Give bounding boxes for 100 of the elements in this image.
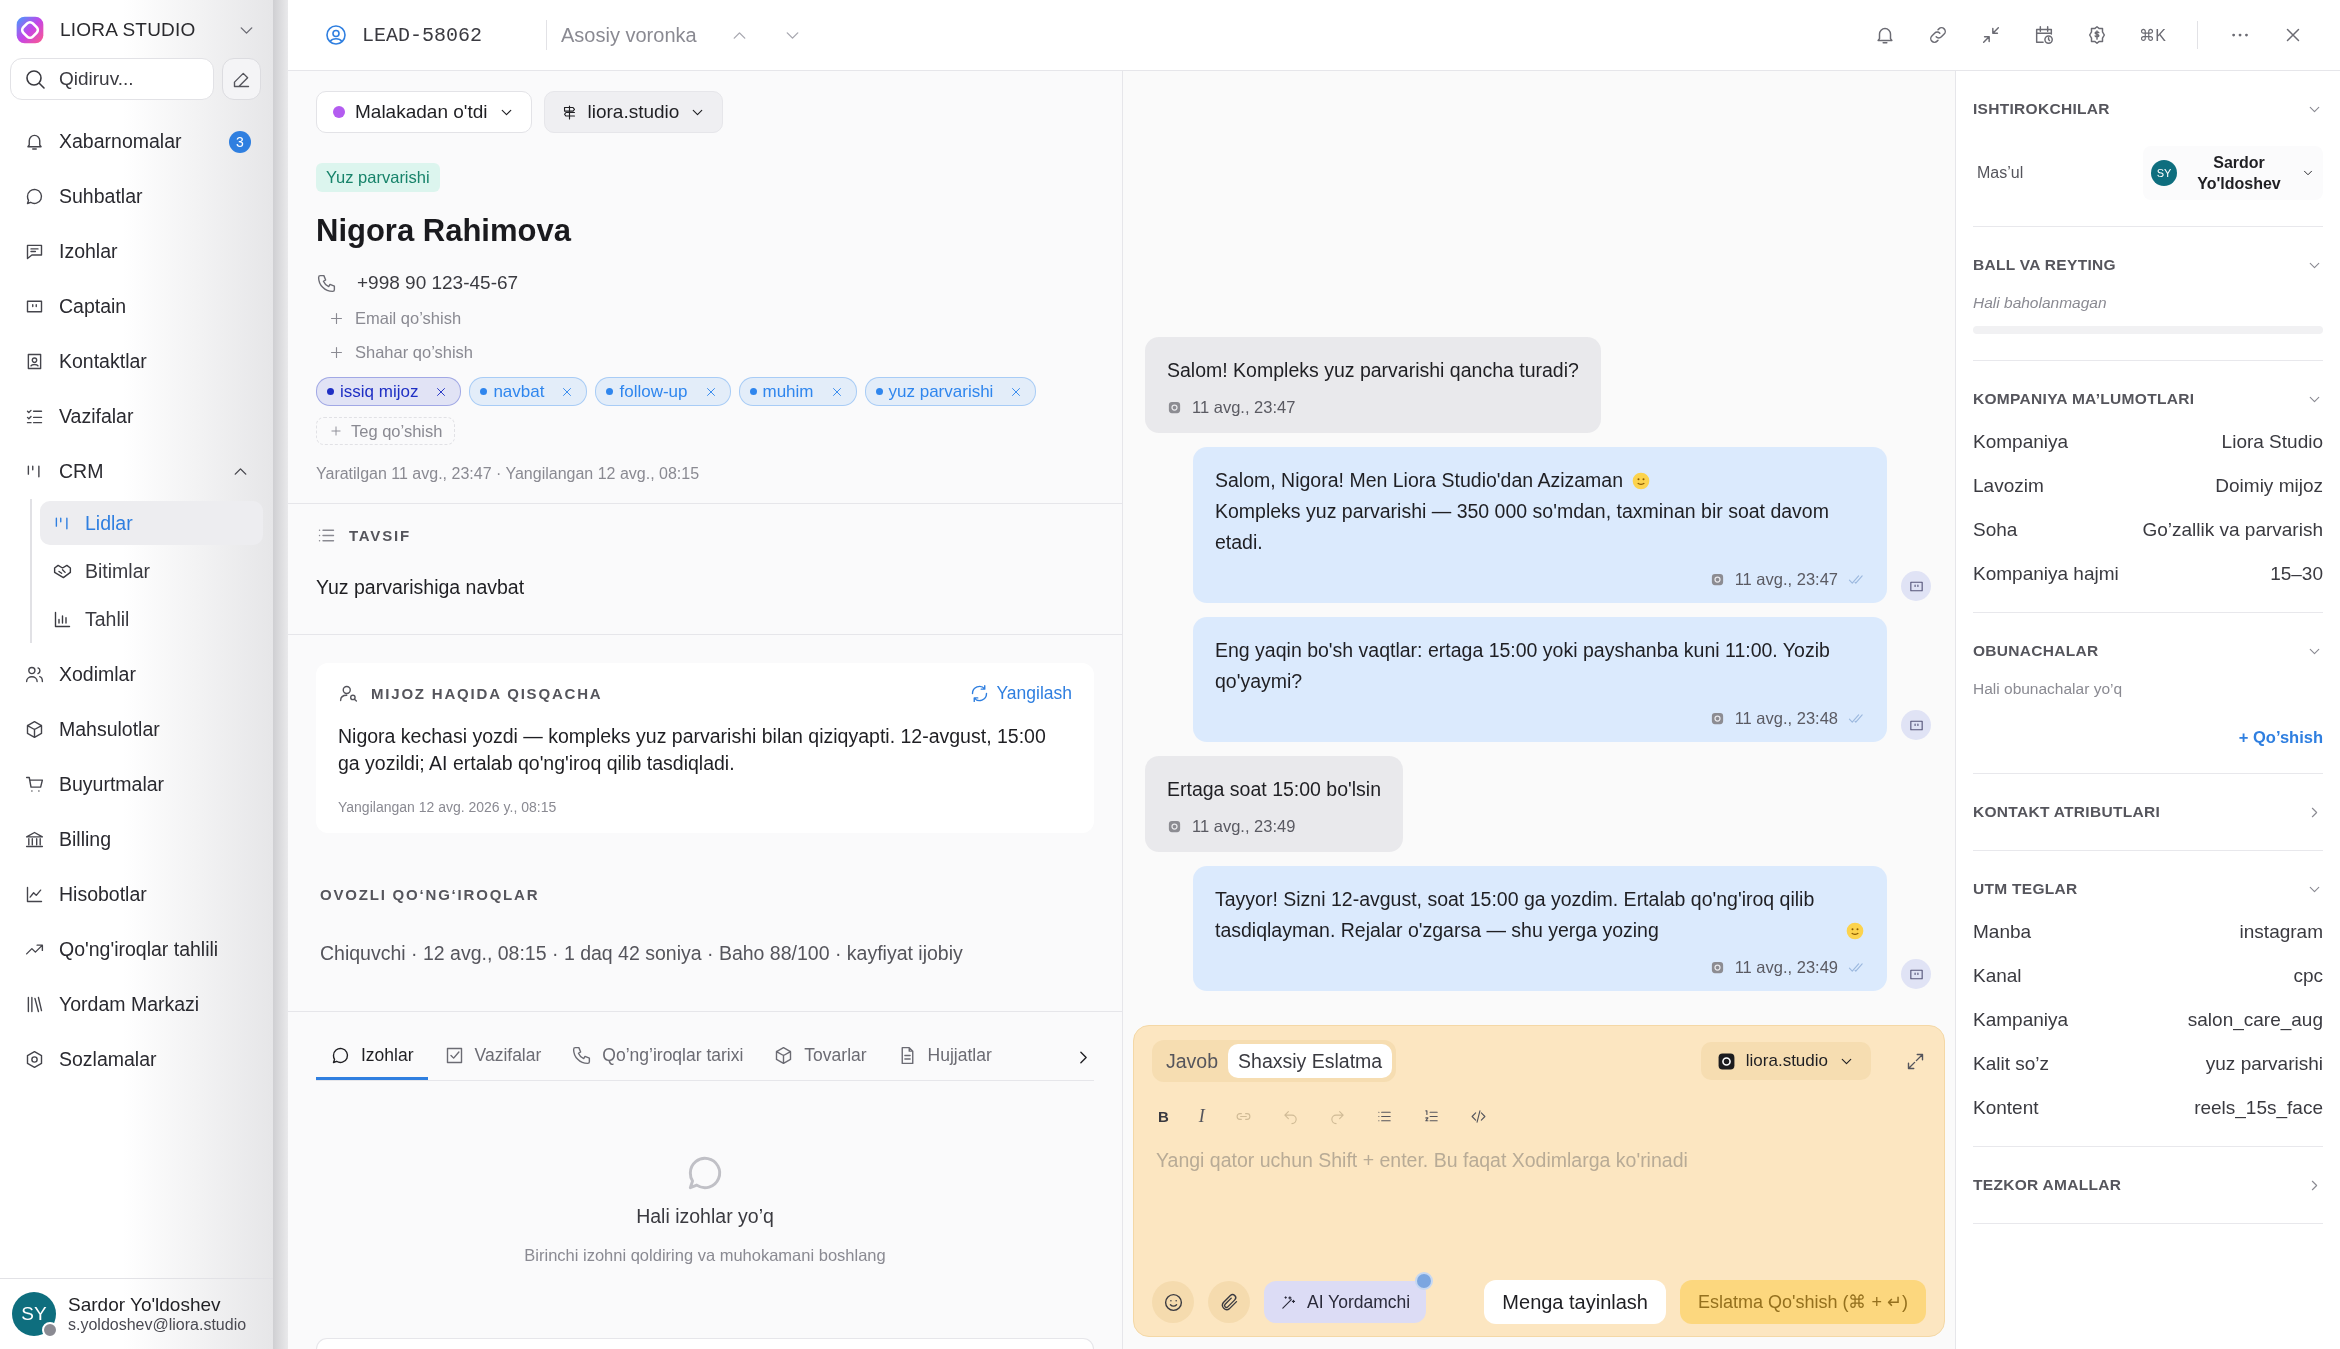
nav-item[interactable]: Hisobotlar bbox=[12, 867, 263, 922]
tag-chip[interactable]: issiq mijoz bbox=[316, 377, 462, 406]
nav-subitem[interactable]: Tahlil bbox=[40, 597, 263, 641]
bank-icon bbox=[24, 829, 45, 850]
nav-item[interactable]: Vazifalar bbox=[12, 389, 263, 444]
mode-tab[interactable]: Shaxsiy Eslatma bbox=[1228, 1044, 1393, 1078]
instagram-icon bbox=[1167, 819, 1182, 834]
message-text: Tayyor! Sizni 12-avgust, soat 15:00 ga yozdim. Ertalab qo'ng'iroq qilib tasdiqlayman. Rejalar o'zgarsa — shu yerga yozing bbox=[1215, 887, 1816, 943]
search-input[interactable]: Qidiruv... bbox=[57, 67, 201, 91]
nav-item[interactable]: Izohlar bbox=[12, 224, 263, 279]
field-value: reels_15s_face bbox=[2194, 1096, 2323, 1120]
section-title: TEZKOR AMALLAR bbox=[1973, 1176, 2122, 1194]
tab[interactable]: Qo’ng’iroqlar tarixi bbox=[557, 1034, 758, 1080]
bot-avatar-icon bbox=[1901, 571, 1931, 601]
nav-item[interactable]: Captain bbox=[12, 279, 263, 334]
message-time: 11 avg., 23:47 bbox=[1192, 398, 1296, 417]
refresh-button[interactable]: Yangilash bbox=[969, 683, 1072, 704]
field-label: Kompaniya hajmi bbox=[1973, 562, 2119, 586]
field-label: Kompaniya bbox=[1973, 430, 2069, 454]
field-value: Doimiy mijoz bbox=[2215, 474, 2323, 498]
section-title: ISHTIROKCHILAR bbox=[1973, 100, 2110, 118]
smiley-icon bbox=[1162, 1291, 1184, 1313]
tab[interactable]: Hujjatlar bbox=[882, 1034, 1006, 1080]
section-title: TAVSIF bbox=[349, 527, 411, 544]
assignee-name: Sardor Yo'ldoshev bbox=[2196, 153, 2282, 194]
pipeline-name: Asosiy voronka bbox=[561, 23, 697, 47]
status-dropdown[interactable]: Malakadan o'tdi bbox=[316, 91, 532, 133]
section-title: KOMPANIYA MA’LUMOTLARI bbox=[1973, 390, 2195, 408]
message-text: Ertaga soat 15:00 bo'lsin bbox=[1167, 777, 1382, 802]
tab[interactable]: Izohlar bbox=[316, 1034, 428, 1080]
nav-item[interactable]: Mahsulotlar bbox=[12, 702, 263, 757]
add-follower-link[interactable]: + Qo’shish bbox=[2238, 728, 2323, 747]
nav-item[interactable]: CRM bbox=[12, 444, 263, 499]
nav-item[interactable]: Suhbatlar bbox=[12, 169, 263, 224]
lead-name: Nigora Rahimova bbox=[316, 213, 571, 249]
nav-item[interactable]: Qo'ng'iroqlar tahlili bbox=[12, 922, 263, 977]
summary-text: Nigora kechasi yozdi — kompleks yuz parvarishi bilan qiziqyapti. 12-avgust, 15:00 ga yozildi; AI ertalab qo'ng'iroq qilib tasdiqladi. bbox=[338, 724, 1047, 776]
tab[interactable]: Tovarlar bbox=[759, 1034, 881, 1080]
field-label: Kanal bbox=[1973, 964, 2022, 988]
nav-item[interactable]: Xabarnomalar 3 bbox=[12, 114, 263, 169]
field-label: Lavozim bbox=[1973, 474, 2044, 498]
nav-subitem[interactable]: Bitimlar bbox=[40, 549, 263, 593]
line-chart-icon bbox=[24, 884, 45, 905]
mode-tab[interactable]: Javob bbox=[1156, 1044, 1229, 1078]
instagram-icon bbox=[1709, 572, 1725, 587]
call-entry: Chiquvchi · 12 avg., 08:15 · 1 daq 42 soniya · Baho 88/100 · kayfiyat ijobiy bbox=[320, 942, 964, 965]
user-email: s.yoldoshev@liora.studio bbox=[68, 1316, 247, 1334]
assignee-dropdown[interactable]: SY Sardor Yo'ldoshev bbox=[2143, 146, 2323, 200]
section-title: KONTAKT ATRIBUTLARI bbox=[1973, 803, 2161, 821]
search-field[interactable]: Qidiruv... bbox=[10, 58, 214, 100]
calendar-clock-icon[interactable] bbox=[2033, 24, 2056, 46]
field-label: Kalit so’z bbox=[1973, 1052, 2050, 1076]
section-title: MIJOZ HAQIDA QISQACHA bbox=[371, 685, 603, 702]
instagram-icon bbox=[1716, 1051, 1736, 1071]
bold-button[interactable]: B bbox=[1158, 1108, 1169, 1125]
compose-button[interactable] bbox=[222, 58, 261, 100]
section-title: BALL VA REYTING bbox=[1973, 256, 2116, 274]
tag-label: follow-up bbox=[619, 381, 688, 402]
code-icon[interactable] bbox=[1469, 1108, 1487, 1125]
message-text: Salom! Kompleks yuz parvarishi qancha turadi? bbox=[1167, 358, 1579, 383]
shortcut-button[interactable]: ⌘K bbox=[2139, 25, 2166, 45]
field-label: Soha bbox=[1973, 518, 2018, 542]
tag-label: navbat bbox=[493, 381, 545, 402]
instagram-icon bbox=[1709, 711, 1725, 726]
inbox-dropdown[interactable]: liora.studio bbox=[1700, 1042, 1871, 1080]
empty-note: Hali baholanmagan bbox=[1973, 294, 2108, 312]
tag-label: issiq mijoz bbox=[340, 381, 419, 402]
nav-item[interactable]: Xodimlar bbox=[12, 647, 263, 702]
nav-item[interactable]: Sozlamalar bbox=[12, 1032, 263, 1087]
assignee-avatar: SY bbox=[2151, 160, 2177, 186]
assign-button[interactable]: Menga tayinlash bbox=[1484, 1280, 1666, 1324]
chat-bubble-icon bbox=[330, 1045, 351, 1066]
italic-button[interactable]: I bbox=[1198, 1106, 1205, 1127]
message-time: 11 avg., 23:49 bbox=[1192, 817, 1296, 836]
field-value: 15–30 bbox=[2270, 562, 2323, 586]
message-text: Eng yaqin bo'sh vaqtlar: ertaga 15:00 yoki payshanba kuni 11:00. Yozib qo'yaymi? bbox=[1215, 638, 1831, 694]
emoji-button[interactable] bbox=[1152, 1281, 1194, 1323]
smiley-icon bbox=[1631, 471, 1652, 491]
nav-item[interactable]: Buyurtmalar bbox=[12, 757, 263, 812]
description-text: Yuz parvarishiga navbat bbox=[316, 576, 526, 599]
chat-bubble-icon bbox=[24, 186, 45, 207]
lead-id: LEAD-58062 bbox=[362, 23, 483, 47]
nav-item[interactable]: Yordam Markazi bbox=[12, 977, 263, 1032]
message-time: 11 avg., 23:47 bbox=[1734, 570, 1838, 589]
tag-label: yuz parvarishi bbox=[888, 381, 994, 402]
ai-assistant-button[interactable]: AI Yordamchi bbox=[1264, 1281, 1427, 1323]
attach-button[interactable] bbox=[1208, 1281, 1250, 1323]
user-name: Sardor Yo'ldoshev bbox=[68, 1294, 222, 1316]
inbox-dropdown[interactable]: liora.studio bbox=[543, 91, 724, 133]
nav-item[interactable]: Billing bbox=[12, 812, 263, 867]
message-time: 11 avg., 23:48 bbox=[1734, 709, 1838, 728]
nav-item[interactable]: Kontaktlar bbox=[12, 334, 263, 389]
box-icon bbox=[24, 719, 45, 740]
user-avatar: SY bbox=[12, 1292, 56, 1336]
field-value: instagram bbox=[2239, 920, 2323, 944]
field-label: Mas’ul bbox=[1976, 164, 2024, 182]
logo-icon bbox=[14, 14, 46, 46]
section-title: OVOZLI QO‘NG‘IROQLAR bbox=[320, 886, 540, 903]
user-search-icon bbox=[338, 683, 359, 704]
tab[interactable]: Vazifalar bbox=[429, 1034, 556, 1080]
